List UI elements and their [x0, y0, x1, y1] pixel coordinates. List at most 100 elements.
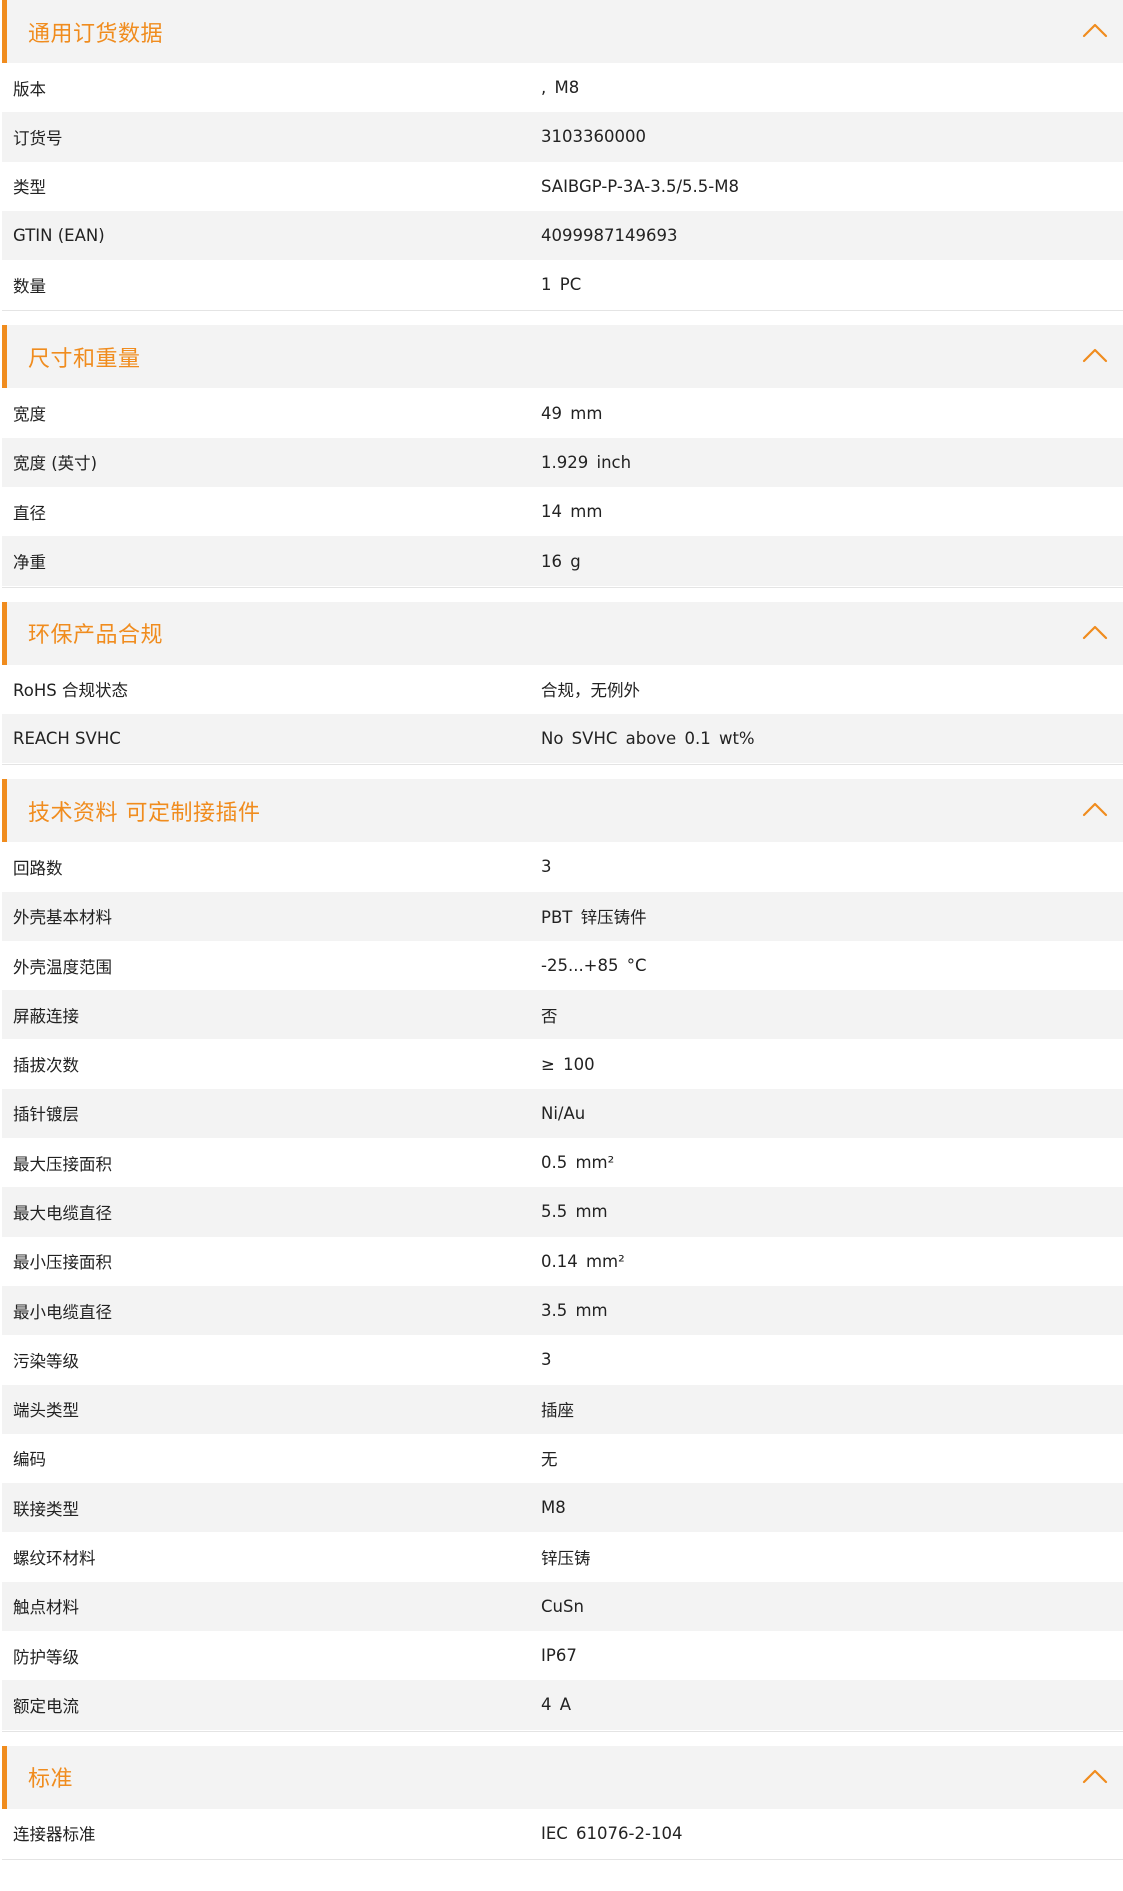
spec-value: 4 A	[541, 1695, 572, 1715]
spec-page: 通用订货数据版本 , M8 订货号 3103360000 类型 SAIBGP-P-3A-3…	[0, 0, 1123, 1860]
spec-label: 插拔次数	[13, 1056, 79, 1076]
section-header-toggle[interactable]: 通用订货数据	[2, 0, 1123, 63]
spec-row: 连接器标准 IEC 61076-2-104	[2, 1808, 1123, 1858]
spec-row: 宽度 (英寸) 1.929 inch	[2, 437, 1123, 488]
spec-label: 最大压接面积	[13, 1154, 112, 1174]
spec-value: 否	[541, 1006, 558, 1026]
section-header-toggle[interactable]: 标准	[2, 1745, 1123, 1809]
spec-value: 0.14 mm²	[541, 1251, 625, 1271]
spec-row: 最大电缆直径 5.5 mm	[2, 1187, 1123, 1237]
spec-section: 环保产品合规 RoHS 合规状态 合规，无例外 REACH SVHC No SVHC a…	[2, 601, 1123, 766]
spec-section: 技术资料 可定制接插件回路数 3 外壳基本材料 PBT 锌压铸件外壳温度范围 -25..…	[2, 779, 1123, 1732]
chevron-up-icon[interactable]	[1081, 20, 1109, 40]
spec-label: 数量	[13, 276, 46, 296]
spec-value: 0.5 mm²	[541, 1153, 615, 1173]
section-title: 技术资料 可定制接插件	[28, 800, 261, 826]
spec-row: 最小压接面积 0.14 mm²	[2, 1236, 1123, 1286]
spec-value: CuSn	[541, 1596, 584, 1616]
spec-label: 直径	[13, 503, 46, 523]
spec-label: 联接类型	[13, 1499, 79, 1519]
spec-value: 14 mm	[541, 502, 603, 522]
spec-row: 回路数 3	[2, 842, 1123, 892]
spec-row: 联接类型 M8	[2, 1483, 1123, 1533]
section-title: 通用订货数据	[28, 21, 164, 47]
section-title: 标准	[28, 1767, 74, 1793]
spec-value: SAIBGP-P-3A-3.5/5.5-M8	[541, 176, 739, 196]
spec-row: 类型 SAIBGP-P-3A-3.5/5.5-M8	[2, 161, 1123, 211]
spec-row: 外壳基本材料 PBT 锌压铸件	[2, 891, 1123, 941]
spec-row: 插针镀层 Ni/Au	[2, 1088, 1123, 1139]
spec-row: 编码 无	[2, 1433, 1123, 1484]
spec-label: 端头类型	[13, 1401, 79, 1421]
spec-row: 插拔次数 ≥ 100	[2, 1039, 1123, 1089]
spec-value: 5.5 mm	[541, 1202, 608, 1222]
spec-value: 3	[541, 1350, 552, 1370]
section-divider	[2, 1858, 1123, 1860]
section-header-toggle[interactable]: 尺寸和重量	[2, 325, 1123, 389]
spec-label: 额定电流	[13, 1696, 79, 1716]
section-gap	[0, 587, 1123, 602]
spec-value: ≥ 100	[541, 1054, 595, 1074]
spec-row: 直径 14 mm	[2, 487, 1123, 537]
spec-row: RoHS 合规状态 合规，无例外	[2, 664, 1123, 714]
spec-value: Ni/Au	[541, 1103, 586, 1123]
chevron-up-icon[interactable]	[1081, 1766, 1109, 1786]
spec-value: M8	[541, 1498, 566, 1518]
section-gap	[0, 311, 1123, 326]
spec-value: 49 mm	[541, 403, 603, 423]
spec-label: 净重	[13, 553, 46, 573]
spec-label: GTIN (EAN)	[13, 226, 105, 246]
spec-label: RoHS 合规状态	[13, 681, 128, 701]
spec-row: 净重 16 g	[2, 536, 1123, 586]
spec-value: IEC 61076-2-104	[541, 1823, 683, 1843]
spec-value: -25...+85 °C	[541, 956, 647, 975]
spec-row: 外壳温度范围 -25...+85 °C	[2, 940, 1123, 991]
spec-value: 16 g	[541, 551, 581, 571]
spec-row: 数量 1 PC	[2, 260, 1123, 310]
spec-row: 最小电缆直径 3.5 mm	[2, 1285, 1123, 1336]
spec-value: 1 PC	[541, 275, 582, 295]
spec-label: REACH SVHC	[13, 729, 121, 749]
spec-label: 最大电缆直径	[13, 1203, 112, 1223]
spec-value: 无	[541, 1450, 558, 1470]
spec-row: 宽度 49 mm	[2, 388, 1123, 438]
spec-value: 插座	[541, 1401, 574, 1421]
spec-value: 合规，无例外	[541, 681, 640, 701]
chevron-up-icon[interactable]	[1081, 799, 1109, 819]
spec-label: 最小压接面积	[13, 1253, 112, 1273]
spec-row: 版本 , M8	[2, 63, 1123, 113]
section-header-toggle[interactable]: 技术资料 可定制接插件	[2, 779, 1123, 843]
spec-section: 标准连接器标准 IEC 61076-2-104	[2, 1745, 1123, 1860]
spec-row: 触点材料 CuSn	[2, 1581, 1123, 1632]
spec-row: 防护等级 IP67	[2, 1631, 1123, 1681]
chevron-up-icon[interactable]	[1081, 622, 1109, 642]
spec-label: 污染等级	[13, 1351, 79, 1371]
spec-label: 宽度	[13, 405, 46, 425]
spec-row: 订货号 3103360000	[2, 112, 1123, 162]
spec-value: 1.929 inch	[541, 452, 632, 472]
spec-label: 类型	[13, 178, 46, 198]
section-title: 尺寸和重量	[28, 346, 141, 372]
spec-label: 最小电缆直径	[13, 1302, 112, 1322]
spec-label: 回路数	[13, 858, 63, 878]
spec-label: 防护等级	[13, 1647, 79, 1667]
spec-value: 3.5 mm	[541, 1301, 608, 1321]
spec-row: 污染等级 3	[2, 1335, 1123, 1385]
spec-value: 锌压铸	[541, 1549, 591, 1569]
spec-section: 通用订货数据版本 , M8 订货号 3103360000 类型 SAIBGP-P-3A-3…	[2, 0, 1123, 312]
spec-row: REACH SVHC No SVHC above 0.1 wt%	[2, 713, 1123, 764]
chevron-up-icon[interactable]	[1081, 345, 1109, 365]
section-header-toggle[interactable]: 环保产品合规	[2, 601, 1123, 665]
spec-label: 版本	[13, 79, 46, 99]
spec-label: 编码	[13, 1450, 46, 1470]
spec-value: 3	[541, 857, 552, 877]
spec-label: 外壳温度范围	[13, 957, 112, 977]
section-gap	[0, 1731, 1123, 1746]
spec-row: 最大压接面积 0.5 mm²	[2, 1138, 1123, 1188]
spec-label: 订货号	[13, 128, 63, 148]
spec-label: 触点材料	[13, 1598, 79, 1618]
spec-section: 尺寸和重量宽度 49 mm 宽度 (英寸) 1.929 inch 直径 14 mm 净重 16…	[2, 325, 1123, 588]
spec-value: 3103360000	[541, 127, 646, 147]
spec-value: No SVHC above 0.1 wt%	[541, 729, 755, 749]
section-gap	[0, 765, 1123, 780]
